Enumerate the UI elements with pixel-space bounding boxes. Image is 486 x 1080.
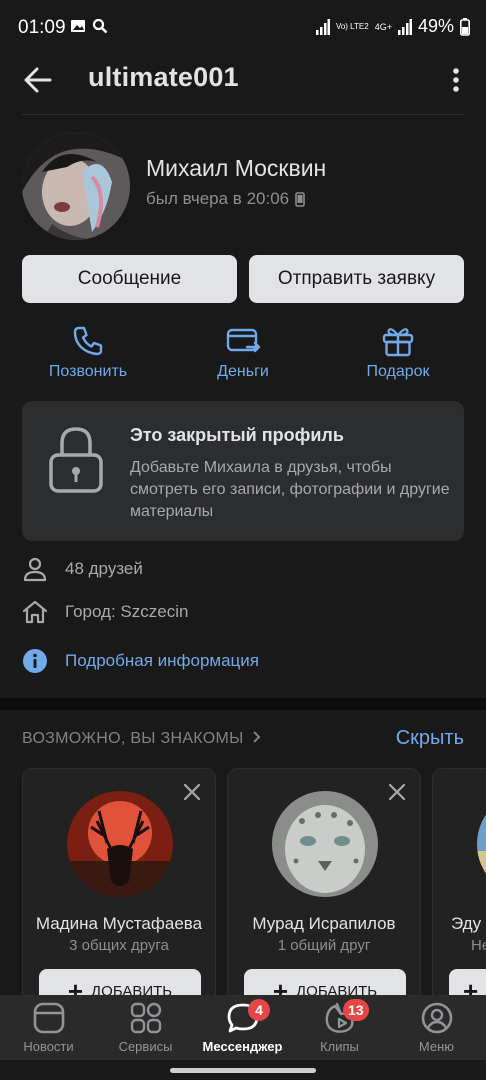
hide-suggestions-link[interactable]: Скрыть: [396, 727, 464, 750]
suggestion-name: Мадина Мустафаева: [35, 914, 203, 933]
last-seen-text: был вчера в 20:06: [146, 189, 290, 208]
gift-label: Подарок: [366, 363, 430, 380]
message-button[interactable]: Сообщение: [22, 255, 237, 303]
snow-leopard-art: [272, 791, 378, 897]
more-options-icon[interactable]: [450, 64, 462, 96]
person-icon: [23, 557, 47, 582]
tab-clips-label: Клипы: [320, 1039, 359, 1054]
tab-messenger[interactable]: 4 Мессенджер: [194, 999, 291, 1054]
details-row[interactable]: Подробная информация: [22, 646, 259, 676]
header-divider: [22, 114, 464, 115]
tab-menu[interactable]: Меню: [388, 1001, 485, 1054]
send-request-button[interactable]: Отправить заявку: [249, 255, 464, 303]
profile-name: Михаил Москвин: [146, 155, 327, 181]
home-gesture-handle[interactable]: [170, 1068, 316, 1073]
suggestion-avatar[interactable]: [272, 791, 378, 897]
page-title: ultimate001: [88, 62, 239, 92]
deer-sunset-art: [67, 791, 173, 897]
signal-icon: [315, 18, 330, 35]
tab-news-label: Новости: [23, 1039, 74, 1054]
gift-action[interactable]: Подарок: [338, 323, 458, 381]
news-icon: [33, 1002, 64, 1034]
friends-row[interactable]: 48 друзей: [22, 554, 143, 584]
section-separator: [0, 698, 486, 710]
tab-news[interactable]: Новости: [0, 1001, 97, 1054]
tab-services[interactable]: Сервисы: [97, 1001, 194, 1054]
suggestion-name: Мурад Исрапилов: [252, 914, 396, 933]
suggestion-card[interactable]: Эду Не +: [432, 768, 486, 1008]
profile-menu-icon: [421, 1002, 452, 1034]
closed-profile-title: Это закрытый профиль: [130, 425, 344, 445]
suggestion-card[interactable]: Мадина Мустафаева 3 общих друга + ДОБАВИ…: [22, 768, 216, 1008]
money-label: Деньги: [217, 363, 269, 380]
search-icon: [92, 18, 108, 34]
suggestion-mutual: Не: [471, 937, 486, 954]
battery-icon: [460, 17, 470, 36]
suggestions-title: ВОЗМОЖНО, ВЫ ЗНАКОМЫ: [22, 730, 244, 747]
network-gen: 4G+: [374, 21, 392, 32]
signal-icon-2: [397, 18, 412, 35]
lock-icon: [49, 427, 103, 493]
suggestion-mutual: 3 общих друга: [69, 937, 169, 954]
status-right: Vo) LTE2 4G+ 49%: [315, 16, 470, 37]
avatar-art: [22, 132, 130, 240]
system-nav-bar: [0, 1060, 486, 1080]
beach-art: [477, 791, 486, 897]
last-seen: был вчера в 20:06: [146, 189, 305, 209]
suggestion-mutual: 1 общий друг: [277, 937, 371, 954]
battery-level: 49%: [417, 16, 454, 36]
call-action[interactable]: Позвонить: [28, 323, 148, 381]
money-action[interactable]: Деньги: [183, 323, 303, 381]
suggestion-card[interactable]: Мурад Исрапилов 1 общий друг + ДОБАВИТЬ: [227, 768, 421, 1008]
gallery-icon: [71, 20, 85, 32]
tab-menu-label: Меню: [418, 1039, 455, 1054]
mobile-device-icon: [295, 191, 305, 207]
profile-avatar[interactable]: [22, 132, 130, 240]
closed-profile-card: Это закрытый профиль Добавьте Михаила в …: [22, 401, 464, 541]
info-icon: [23, 649, 47, 673]
status-time: 01:09: [18, 17, 66, 38]
network-label: Vo) LTE2: [335, 22, 369, 31]
closed-profile-text: Добавьте Михаила в друзья, чтобы смотрет…: [130, 459, 450, 520]
top-bar: ultimate001: [0, 56, 486, 114]
close-icon[interactable]: [388, 783, 406, 801]
bottom-tab-bar: Новости Сервисы 4 Мессенджер 13 Клипы Ме…: [0, 995, 486, 1060]
friends-count: 48 друзей: [65, 559, 143, 578]
messenger-badge: 4: [248, 999, 270, 1021]
city-text: Город: Szczecin: [65, 602, 189, 621]
suggestion-avatar[interactable]: [477, 791, 486, 897]
status-bar: 01:09 Vo) LTE2 4G+ 49%: [0, 0, 486, 56]
suggestion-avatar[interactable]: [67, 791, 173, 897]
tab-services-label: Сервисы: [118, 1039, 173, 1054]
gift-icon: [382, 328, 414, 357]
app-screen: 01:09 Vo) LTE2 4G+ 49% ultimate001 Михаи…: [0, 0, 486, 1080]
tab-clips[interactable]: 13 Клипы: [291, 999, 388, 1054]
suggestions-header[interactable]: ВОЗМОЖНО, ВЫ ЗНАКОМЫ: [22, 730, 262, 748]
chevron-right-icon: [253, 731, 261, 743]
back-arrow-icon[interactable]: [22, 64, 54, 96]
clips-badge: 13: [343, 999, 369, 1021]
details-link[interactable]: Подробная информация: [65, 651, 259, 671]
money-transfer-icon: [226, 328, 261, 353]
close-icon[interactable]: [183, 783, 201, 801]
services-icon: [130, 1002, 161, 1034]
phone-icon: [73, 326, 103, 356]
city-row: Город: Szczecin: [22, 597, 188, 627]
status-notifications: [70, 18, 108, 34]
call-label: Позвонить: [48, 363, 128, 380]
home-icon: [22, 600, 48, 624]
suggestion-name: Эду: [451, 914, 482, 933]
tab-messenger-label: Мессенджер: [202, 1039, 283, 1054]
